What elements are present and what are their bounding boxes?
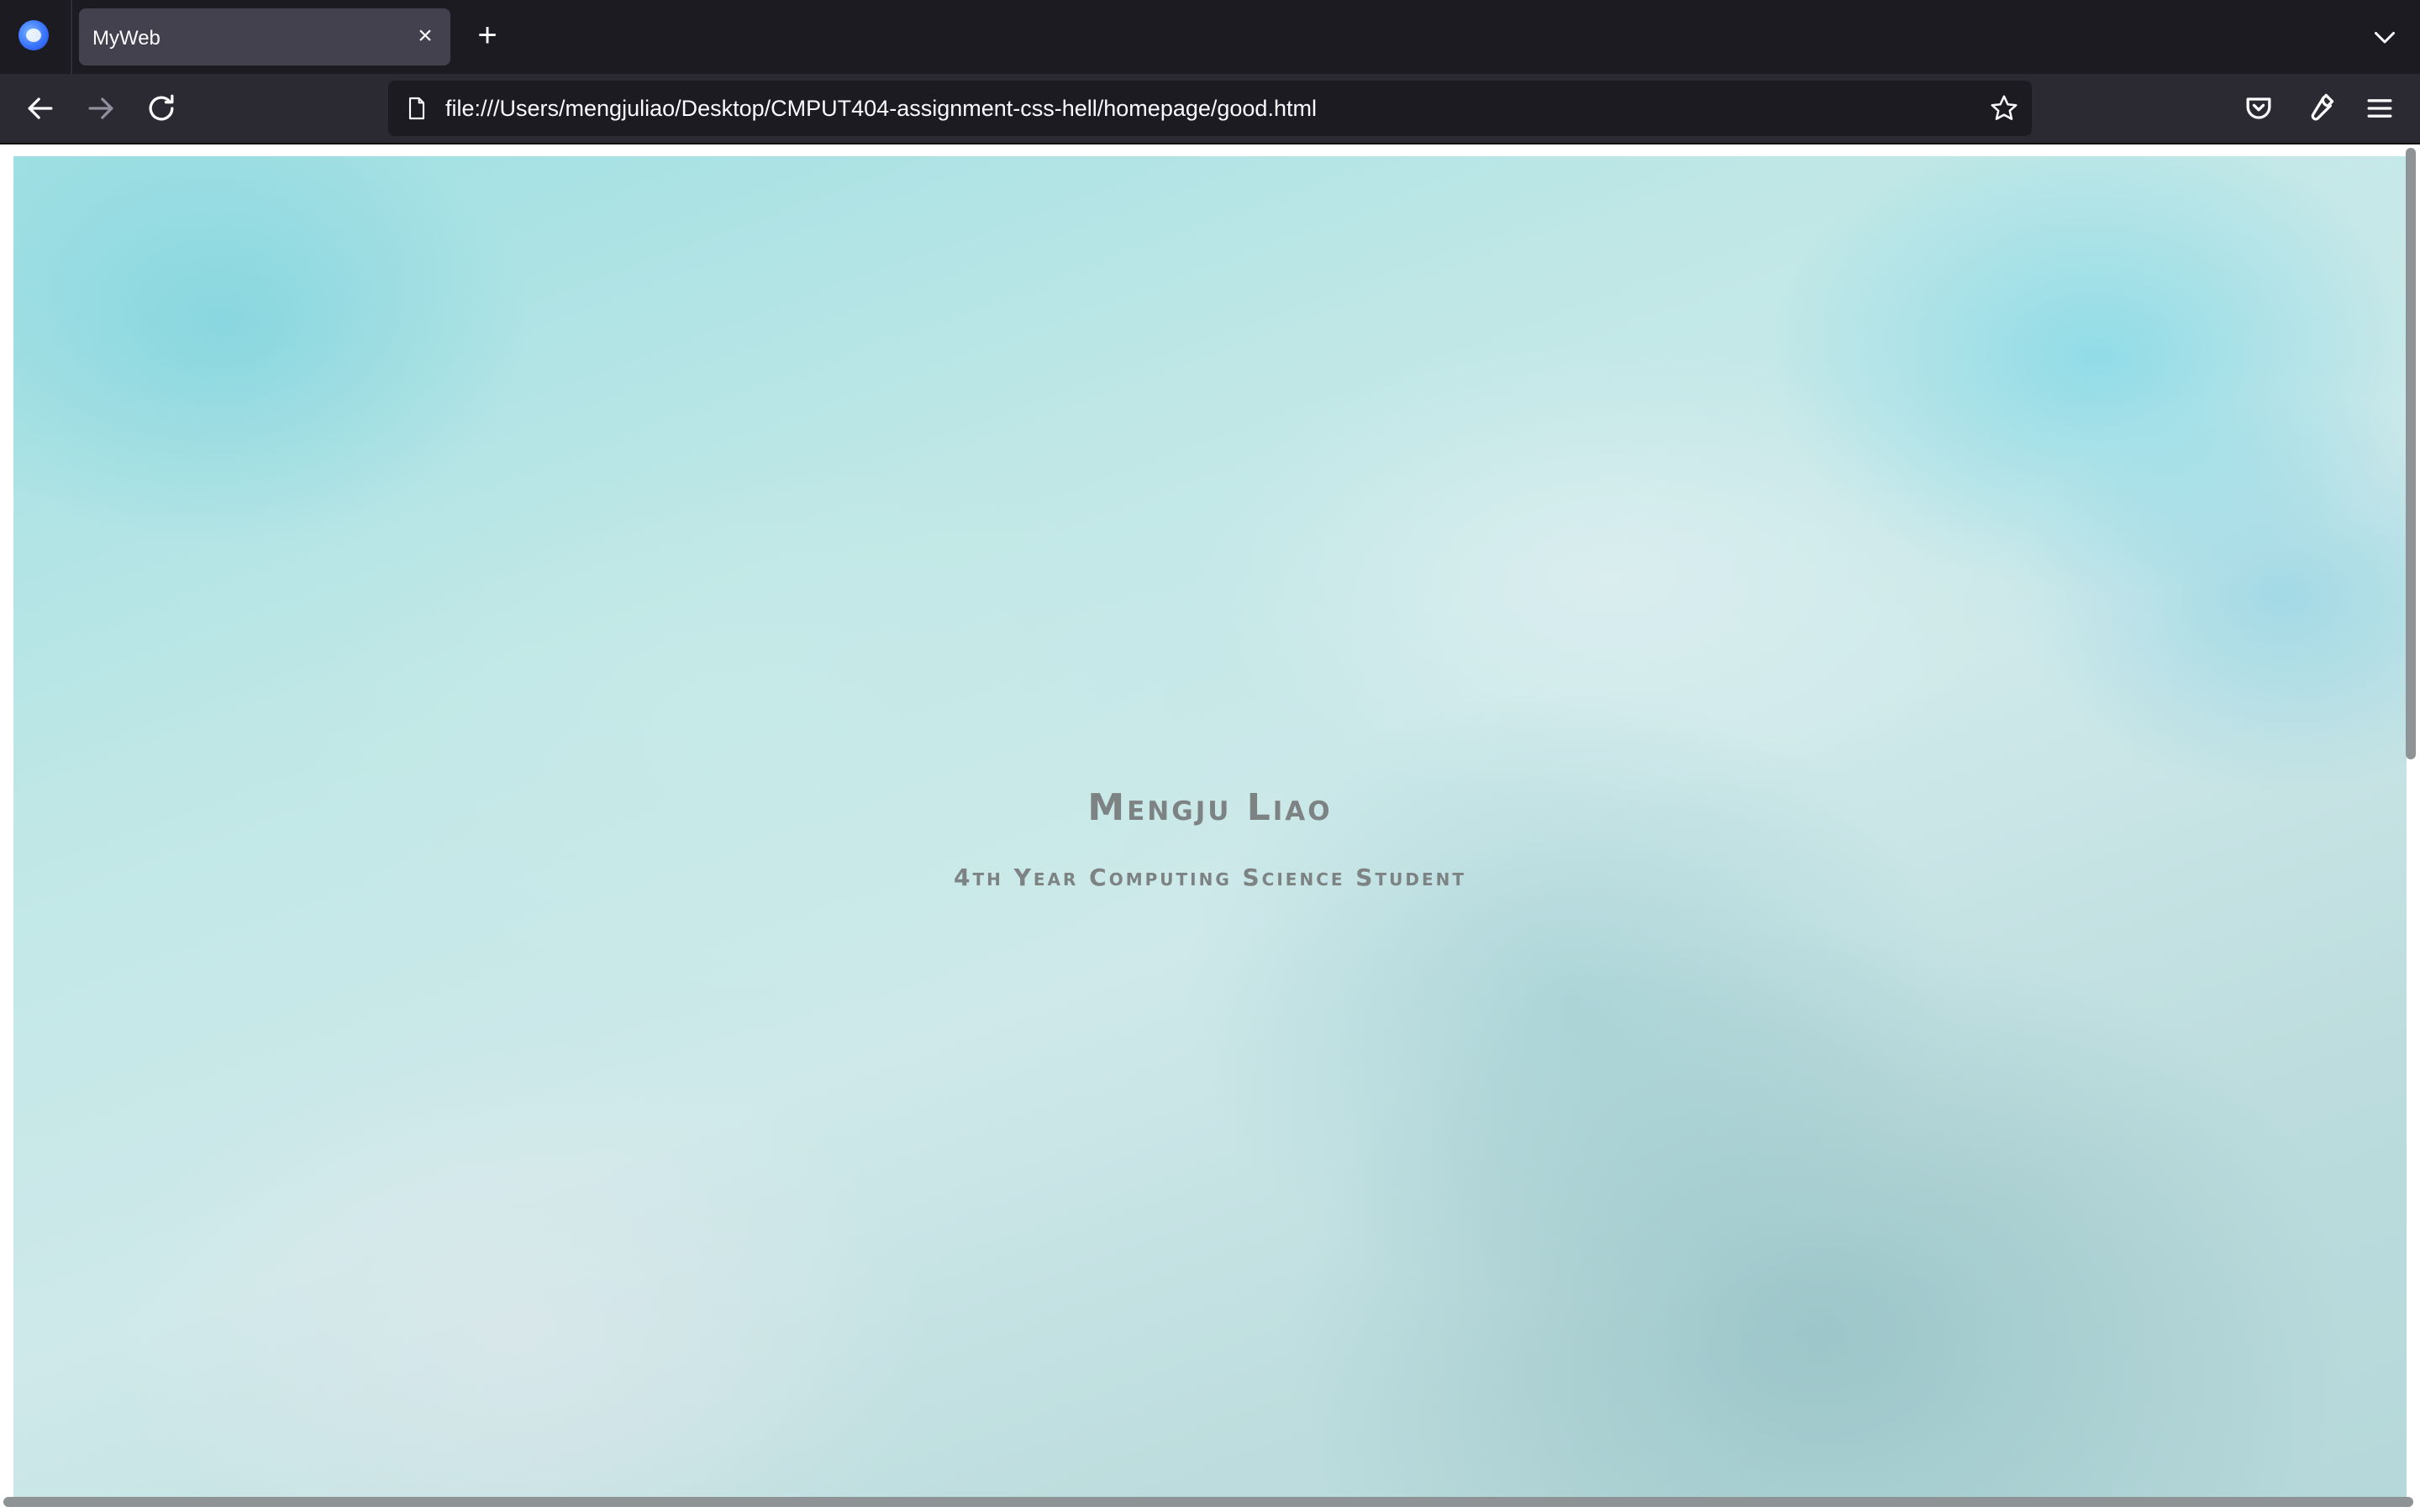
back-icon[interactable] xyxy=(22,90,59,127)
firefox-icon[interactable] xyxy=(18,20,49,50)
tab-separator xyxy=(71,0,72,74)
url-text[interactable]: file:///Users/mengjuliao/Desktop/CMPUT40… xyxy=(445,96,1317,122)
hero-text-block: Mengju Liao 4th Year Computing Science S… xyxy=(13,156,2407,1500)
menu-icon[interactable] xyxy=(2361,90,2398,127)
page-icon xyxy=(403,95,430,122)
url-bar[interactable]: file:///Users/mengjuliao/Desktop/CMPUT40… xyxy=(388,81,2032,136)
wrench-icon[interactable] xyxy=(2301,90,2338,127)
hero-name: Mengju Liao xyxy=(1087,786,1333,829)
horizontal-scrollbar-thumb[interactable] xyxy=(3,1497,2413,1507)
tab-myweb[interactable]: MyWeb × xyxy=(79,8,450,66)
plus-icon[interactable]: + xyxy=(472,18,502,52)
chevron-down-icon[interactable] xyxy=(2370,22,2400,52)
vertical-scrollbar-thumb[interactable] xyxy=(2406,148,2416,759)
forward-icon[interactable] xyxy=(82,90,119,127)
hero-subtitle: 4th Year Computing Science Student xyxy=(954,864,1466,891)
pocket-icon[interactable] xyxy=(2240,90,2277,127)
close-icon[interactable]: × xyxy=(412,23,439,50)
navigation-toolbar: file:///Users/mengjuliao/Desktop/CMPUT40… xyxy=(0,74,2420,143)
star-icon[interactable] xyxy=(1988,92,2020,124)
reload-icon[interactable] xyxy=(143,90,180,127)
page-viewport: Mengju Liao 4th Year Computing Science S… xyxy=(0,144,2420,1512)
hero-background: Mengju Liao 4th Year Computing Science S… xyxy=(13,156,2407,1500)
tab-title: MyWeb xyxy=(92,27,160,50)
tab-bar: MyWeb × + xyxy=(0,0,2420,74)
